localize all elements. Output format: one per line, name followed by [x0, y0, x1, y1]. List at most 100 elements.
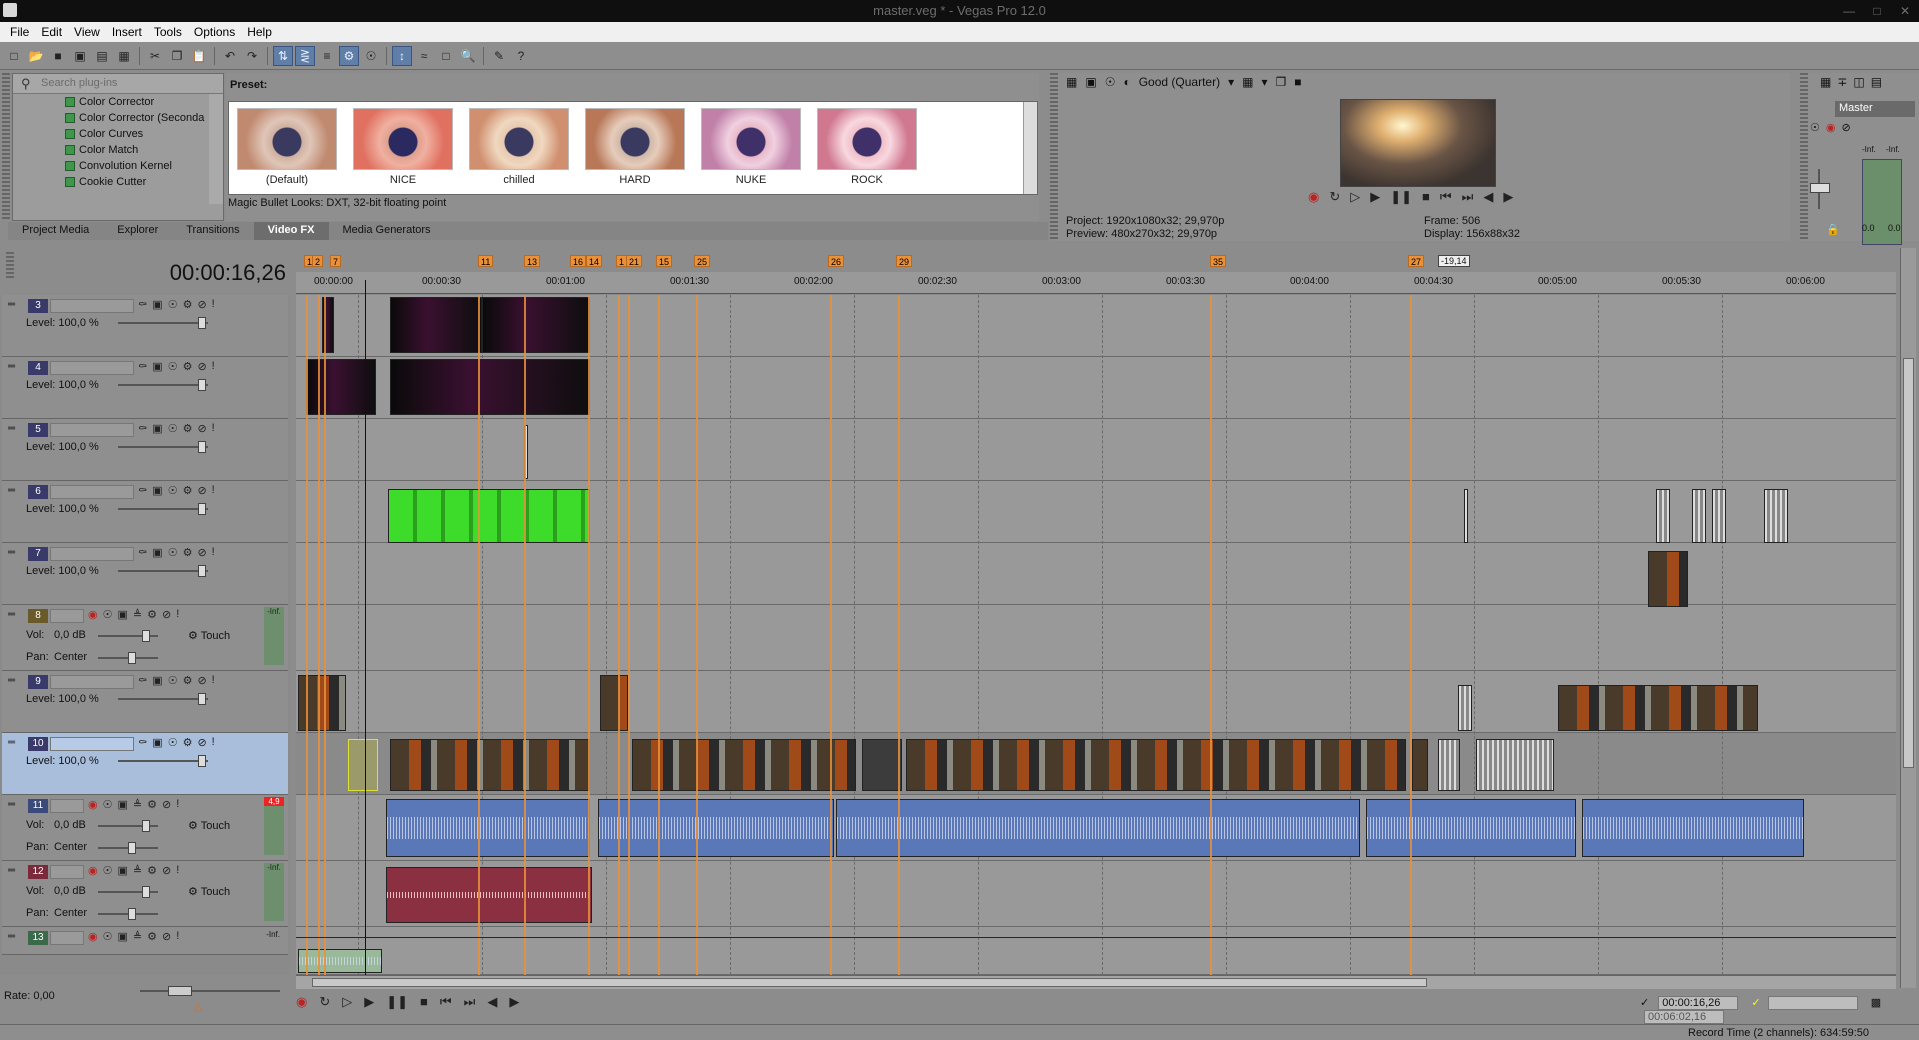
motion-icon[interactable]: ⚰: [138, 546, 147, 559]
pan-slider[interactable]: [98, 908, 158, 920]
video-clip[interactable]: [862, 739, 902, 791]
gear-icon[interactable]: ⚙: [147, 864, 157, 877]
tab-media-generators[interactable]: Media Generators: [329, 222, 445, 240]
track-name-field[interactable]: [50, 361, 134, 375]
solo-icon[interactable]: !: [212, 546, 215, 559]
track-fx-icon[interactable]: ☉: [168, 484, 178, 497]
mute-icon[interactable]: ⊘: [162, 930, 171, 943]
touch-mode-select[interactable]: ⚙ Touch: [188, 885, 230, 898]
mute-icon[interactable]: ⊘: [197, 298, 206, 311]
solo-icon[interactable]: !: [212, 360, 215, 373]
track-header-video[interactable]: ═ 3 ⚰ ▣ ☉ ⚙ ⊘! Level: 100,0 %: [2, 295, 288, 357]
marker[interactable]: 35: [1210, 255, 1227, 267]
next-frame-icon[interactable]: ▶: [509, 994, 519, 1010]
solo-icon[interactable]: !: [176, 864, 179, 877]
track-name-field[interactable]: [50, 931, 84, 945]
track-collapse-icon[interactable]: ═: [8, 675, 15, 686]
track-level-slider[interactable]: [118, 317, 208, 329]
go-to-end-icon[interactable]: ⏭: [1462, 189, 1474, 205]
video-clip[interactable]: [388, 489, 590, 543]
tab-video-fx[interactable]: Video FX: [253, 222, 329, 240]
compositing-icon[interactable]: ▣: [152, 546, 162, 559]
input-icon[interactable]: ▣: [117, 608, 127, 621]
preset-thumb-nuke[interactable]: [701, 108, 801, 170]
overlays-icon[interactable]: ▦: [1242, 75, 1253, 89]
insert-bus-icon[interactable]: ▦: [1820, 75, 1831, 89]
video-clip[interactable]: [482, 297, 590, 353]
track-fx-icon[interactable]: ☉: [168, 298, 178, 311]
gear-icon[interactable]: ⚙: [147, 930, 157, 943]
dim-icon[interactable]: ◫: [1853, 75, 1864, 89]
compositing-icon[interactable]: ▣: [152, 360, 162, 373]
paste-icon[interactable]: 📋: [189, 46, 209, 66]
track-header-audio[interactable]: ═ 13 ◉ ☉ ▣ ≜ ⚙ ⊘! -Inf.: [2, 927, 288, 955]
audio-clip[interactable]: [1582, 799, 1804, 857]
menu-view[interactable]: View: [68, 25, 106, 39]
marker[interactable]: 16: [570, 255, 587, 267]
track-collapse-icon[interactable]: ═: [8, 865, 15, 876]
compositing-icon[interactable]: ▣: [152, 736, 162, 749]
save-as-icon[interactable]: ▣: [70, 46, 90, 66]
track-fx-icon[interactable]: ☉: [168, 422, 178, 435]
video-clip[interactable]: [1464, 489, 1468, 543]
video-clip[interactable]: [1648, 551, 1688, 607]
marker[interactable]: 15: [656, 255, 673, 267]
track-name-field[interactable]: [50, 737, 134, 751]
track-header-video[interactable]: ═ 4 ⚰ ▣ ☉ ⚙ ⊘! Level: 100,0 %: [2, 357, 288, 419]
play-from-start-icon[interactable]: ▷: [342, 994, 352, 1010]
track-collapse-icon[interactable]: ═: [8, 485, 15, 496]
ignore-grouping-icon[interactable]: ☉: [361, 46, 381, 66]
track-level-slider[interactable]: [118, 379, 208, 391]
solo-icon[interactable]: !: [212, 736, 215, 749]
track-name-field[interactable]: [50, 799, 84, 813]
automation-icon[interactable]: ≜: [133, 798, 142, 811]
plugin-item[interactable]: Convolution Kernel: [13, 158, 223, 174]
plugin-item[interactable]: Cookie Cutter: [13, 174, 223, 190]
track-collapse-icon[interactable]: ═: [8, 361, 15, 372]
motion-icon[interactable]: ⚰: [138, 736, 147, 749]
plugin-search-input[interactable]: ⚲ Search plug-ins: [13, 74, 223, 94]
arm-record-icon[interactable]: ◉: [88, 930, 98, 943]
preview-quality-select[interactable]: Good (Quarter): [1139, 75, 1220, 89]
track-name-field[interactable]: [50, 675, 134, 689]
video-clip[interactable]: [632, 739, 856, 791]
mute-icon[interactable]: ⊘: [197, 422, 206, 435]
track-level-slider[interactable]: [118, 503, 208, 515]
track-level-slider[interactable]: [118, 693, 208, 705]
mute-icon[interactable]: ⊘: [162, 864, 171, 877]
gear-icon[interactable]: ⚙: [183, 298, 193, 311]
loop-icon[interactable]: ↻: [1329, 189, 1340, 205]
minimize-button[interactable]: —: [1835, 0, 1863, 22]
video-clip[interactable]: [906, 739, 1406, 791]
mute-icon[interactable]: ⊘: [197, 736, 206, 749]
track-lane[interactable]: [296, 605, 1896, 671]
external-monitor-icon[interactable]: ▣: [1085, 75, 1096, 89]
timeline-tracks[interactable]: [296, 295, 1896, 975]
zoom-tool-icon[interactable]: 🔍: [458, 46, 478, 66]
solo-icon[interactable]: !: [212, 674, 215, 687]
master-fader[interactable]: [1810, 169, 1838, 209]
vol-slider[interactable]: [98, 886, 158, 898]
menu-tools[interactable]: Tools: [148, 25, 188, 39]
mute-icon[interactable]: ⊘: [162, 608, 171, 621]
envelope-tool-icon[interactable]: ≈: [414, 46, 434, 66]
marker[interactable]: 29: [896, 255, 913, 267]
plugin-scrollbar[interactable]: [209, 94, 223, 204]
record-icon[interactable]: ◉: [296, 994, 307, 1010]
gear-icon[interactable]: ⚙: [183, 360, 193, 373]
play-icon[interactable]: ▶: [364, 994, 374, 1010]
gear-icon[interactable]: ⚙: [147, 798, 157, 811]
video-clip[interactable]: [1558, 685, 1758, 731]
track-header-video[interactable]: ═ 5 ⚰ ▣ ☉ ⚙ ⊘! Level: 100,0 %: [2, 419, 288, 481]
snap-icon[interactable]: ⇅: [273, 45, 293, 66]
tab-explorer[interactable]: Explorer: [103, 222, 172, 240]
compositing-icon[interactable]: ▣: [152, 298, 162, 311]
menu-edit[interactable]: Edit: [35, 25, 68, 39]
motion-icon[interactable]: ⚰: [138, 674, 147, 687]
cursor-time-field[interactable]: 00:00:16,26: [1658, 996, 1739, 1010]
dock-handle[interactable]: [1050, 73, 1058, 241]
solo-icon[interactable]: !: [212, 422, 215, 435]
help-icon[interactable]: ?: [511, 46, 531, 66]
motion-icon[interactable]: ⚰: [138, 422, 147, 435]
open-icon[interactable]: 📂: [26, 46, 46, 66]
